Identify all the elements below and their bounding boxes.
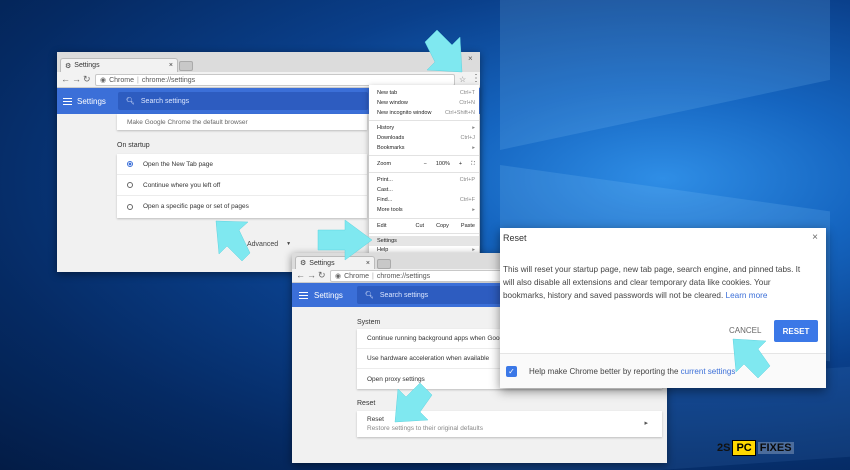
menu-item-cast[interactable]: Cast... [377, 187, 475, 193]
zoom-in-button[interactable]: + [459, 161, 462, 168]
reset-card: Reset Restore settings to their original… [357, 411, 662, 437]
startup-card: Open the New Tab page Continue where you… [117, 154, 367, 218]
menu-item-find[interactable]: Find... Ctrl+F [377, 197, 475, 203]
tab-settings[interactable]: ⚙ Settings × [295, 256, 375, 269]
reload-icon[interactable]: ↻ [83, 74, 91, 85]
hamburger-menu-icon[interactable] [63, 98, 72, 105]
close-icon[interactable]: × [366, 260, 370, 267]
menu-item-zoom: Zoom − 100% + ⛶ [377, 161, 475, 168]
learn-more-link[interactable]: Learn more [726, 291, 768, 300]
menu-kebab-icon[interactable]: ⋮ [471, 73, 480, 84]
window-maximize-icon[interactable]: □ [453, 54, 458, 63]
page-title: Settings [77, 97, 106, 106]
menu-item-new-window[interactable]: New window Ctrl+N [377, 100, 475, 106]
report-settings-label: Help make Chrome better by reporting the… [529, 367, 736, 376]
dialog-body: This will reset your startup page, new t… [503, 265, 801, 300]
chevron-down-icon: ▼ [286, 241, 292, 247]
dialog-title: Reset [503, 233, 527, 243]
site-logo: 2S PC FIXES [717, 440, 794, 456]
menu-item-edit: Edit Cut Copy Paste [377, 223, 475, 229]
menu-item-new-tab[interactable]: New tab Ctrl+T [377, 90, 475, 96]
search-input[interactable]: 🔍︎ Search settings [118, 92, 368, 110]
gear-icon: ⚙ [65, 62, 72, 70]
star-icon[interactable]: ☆ [459, 75, 466, 84]
search-icon: 🔍︎ [126, 98, 135, 105]
chrome-main-menu: New tab Ctrl+T New window Ctrl+N New incog… [369, 85, 479, 255]
menu-item-more-tools[interactable]: More tools ▸ [377, 207, 475, 213]
forward-arrow-icon[interactable]: → [72, 74, 81, 84]
startup-option[interactable]: Open a specific page or set of pages [117, 196, 367, 217]
zoom-out-button[interactable]: − [424, 161, 427, 168]
reset-button[interactable]: RESET [774, 320, 818, 342]
advanced-toggle[interactable]: Advanced ▼ [247, 241, 291, 248]
radio-button[interactable] [127, 203, 133, 210]
cancel-button[interactable]: CANCEL [729, 326, 761, 335]
menu-item-bookmarks[interactable]: Bookmarks ▸ [377, 145, 475, 151]
tab-settings[interactable]: ⚙ Settings × [60, 58, 178, 72]
reset-heading: Reset [357, 400, 376, 407]
default-browser-row[interactable]: Make Google Chrome the default browser [117, 114, 367, 130]
menu-item-downloads[interactable]: Downloads Ctrl+J [377, 135, 475, 141]
gear-icon: ⚙ [300, 260, 307, 267]
paste-button[interactable]: Paste [461, 223, 475, 229]
current-settings-link[interactable]: current settings [681, 367, 736, 376]
window-minimize-icon[interactable]: – [439, 54, 443, 63]
hamburger-menu-icon[interactable] [299, 292, 308, 299]
startup-option[interactable]: Open the New Tab page [117, 154, 367, 175]
new-tab-button[interactable] [179, 61, 193, 71]
radio-button[interactable] [127, 182, 133, 188]
zoom-level: 100% [435, 161, 450, 167]
menu-item-incognito[interactable]: New incognito window Ctrl+Shift+N [377, 110, 475, 116]
startup-option[interactable]: Continue where you left off [117, 175, 367, 196]
on-startup-heading: On startup [117, 142, 150, 149]
chrome-icon: ◉ [335, 273, 342, 280]
radio-button[interactable] [127, 161, 133, 167]
default-browser-card: Make Google Chrome the default browser [117, 114, 367, 130]
tab-strip: ⚙ Settings × – □ × [57, 52, 480, 72]
back-arrow-icon[interactable]: ← [61, 74, 70, 84]
cut-button[interactable]: Cut [416, 223, 425, 229]
close-icon[interactable]: × [169, 62, 173, 69]
menu-item-settings[interactable]: Settings [369, 236, 479, 246]
back-arrow-icon[interactable]: ← [296, 270, 305, 280]
system-heading: System [357, 319, 381, 326]
window-close-icon[interactable]: × [468, 54, 473, 63]
page-title: Settings [314, 291, 343, 300]
copy-button[interactable]: Copy [436, 223, 449, 229]
chrome-icon: ◉ [100, 77, 107, 84]
reset-dialog: Reset × This will reset your startup pag… [500, 228, 826, 388]
search-icon: 🔍︎ [365, 292, 374, 299]
dialog-footer: ✓ Help make Chrome better by reporting t… [500, 353, 826, 388]
menu-item-history[interactable]: History ▸ [377, 125, 475, 131]
fullscreen-icon[interactable]: ⛶ [471, 161, 475, 168]
forward-arrow-icon[interactable]: → [307, 270, 316, 280]
reload-icon[interactable]: ↻ [318, 270, 326, 281]
menu-item-print[interactable]: Print... Ctrl+P [377, 177, 475, 183]
new-tab-button[interactable] [377, 259, 391, 269]
reset-settings-row[interactable]: Reset Restore settings to their original… [367, 416, 483, 432]
close-icon[interactable]: × [812, 232, 818, 243]
report-settings-checkbox[interactable]: ✓ [506, 366, 517, 377]
chevron-right-icon: ▸ [644, 420, 648, 427]
wallpaper-light-beam [500, 0, 830, 151]
